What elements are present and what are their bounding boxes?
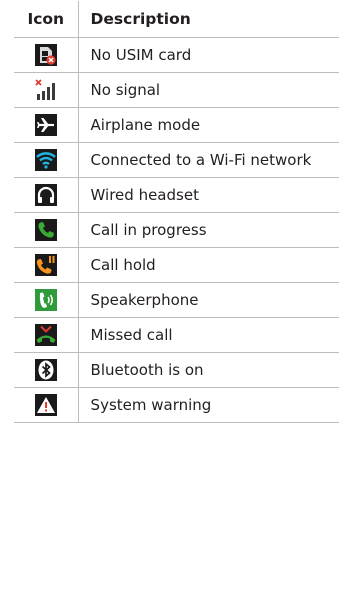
description-cell: Connected to a Wi-Fi network <box>77 142 339 178</box>
description-cell: Bluetooth is on <box>77 352 339 388</box>
description-column-header: Description <box>77 1 339 38</box>
wired-headset-icon <box>34 184 57 206</box>
description-cell: No USIM card <box>77 37 339 73</box>
table-row: Bluetooth is on <box>14 352 339 388</box>
call-in-progress-icon <box>34 219 57 241</box>
table-row: Connected to a Wi-Fi network <box>14 142 339 178</box>
missed-call-icon <box>34 324 57 346</box>
description-cell: Speakerphone <box>77 282 339 318</box>
icon-cell <box>14 212 79 248</box>
description-cell: Airplane mode <box>77 107 339 143</box>
icon-description-table: Icon Description No USIM card No signal … <box>14 1 339 423</box>
icon-cell <box>14 247 79 283</box>
call-hold-icon <box>34 254 57 276</box>
system-warning-icon <box>34 394 57 416</box>
icon-cell <box>14 37 79 73</box>
icon-column-header: Icon <box>14 1 79 38</box>
icon-cell <box>14 72 79 108</box>
description-cell: Missed call <box>77 317 339 353</box>
table-header-row: Icon Description <box>14 1 339 38</box>
icon-cell <box>14 142 79 178</box>
table-row: No signal <box>14 72 339 108</box>
bluetooth-icon <box>34 359 57 381</box>
table-row: Call hold <box>14 247 339 283</box>
icon-cell <box>14 352 79 388</box>
description-cell: Wired headset <box>77 177 339 213</box>
airplane-mode-icon <box>34 114 57 136</box>
no-signal-icon <box>34 79 57 101</box>
table-row: Airplane mode <box>14 107 339 143</box>
table-row: Speakerphone <box>14 282 339 318</box>
table-row: Wired headset <box>14 177 339 213</box>
description-cell: System warning <box>77 387 339 423</box>
no-usim-card-icon <box>34 44 57 66</box>
icon-cell <box>14 317 79 353</box>
table-row: Call in progress <box>14 212 339 248</box>
table-row: System warning <box>14 387 339 423</box>
description-cell: No signal <box>77 72 339 108</box>
icon-cell <box>14 107 79 143</box>
table-row: Missed call <box>14 317 339 353</box>
icon-cell <box>14 177 79 213</box>
icon-cell <box>14 387 79 423</box>
wifi-icon <box>34 149 57 171</box>
icon-cell <box>14 282 79 318</box>
speakerphone-icon <box>34 289 57 311</box>
description-cell: Call hold <box>77 247 339 283</box>
table-row: No USIM card <box>14 37 339 73</box>
description-cell: Call in progress <box>77 212 339 248</box>
